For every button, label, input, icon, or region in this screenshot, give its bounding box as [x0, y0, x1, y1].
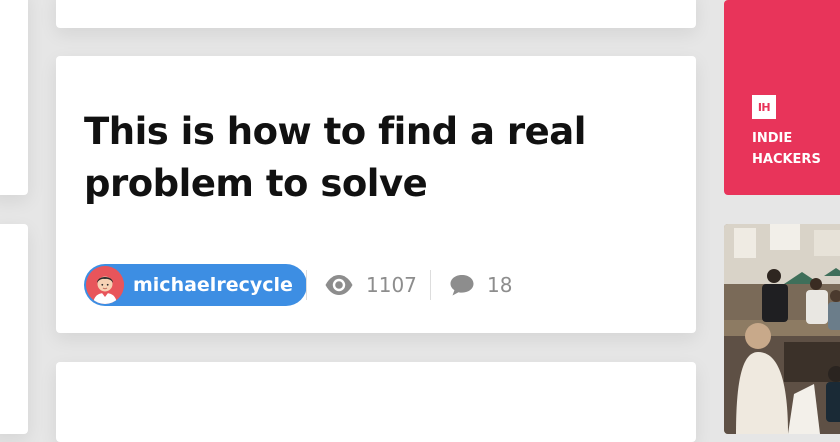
adjacent-card-left-top — [0, 0, 28, 195]
cafe-photo-card[interactable] — [724, 224, 840, 434]
previous-post-card[interactable] — [56, 0, 696, 28]
comments-count: 18 — [487, 273, 513, 297]
author-avatar — [86, 266, 124, 304]
ih-logo: IH — [752, 95, 776, 119]
indie-hackers-ad[interactable]: IH INDIE HACKERS — [724, 0, 840, 195]
comments-stat[interactable]: 18 — [449, 272, 512, 298]
post-card[interactable]: This is how to find a real problem to so… — [56, 56, 696, 333]
stat-divider — [306, 270, 307, 300]
ad-brand-text: INDIE HACKERS — [752, 131, 821, 167]
next-post-card[interactable] — [56, 362, 696, 442]
stat-divider — [430, 270, 431, 300]
cafe-photo — [724, 224, 840, 434]
eye-icon — [324, 272, 354, 298]
views-count: 1107 — [366, 273, 417, 297]
post-title[interactable]: This is how to find a real problem to so… — [84, 106, 604, 210]
speech-bubble-icon — [449, 272, 475, 298]
author-username: michaelrecycle — [133, 274, 293, 296]
adjacent-card-left-bottom — [0, 224, 28, 434]
author-chip[interactable]: michaelrecycle — [84, 264, 307, 306]
views-stat: 1107 — [324, 272, 417, 298]
